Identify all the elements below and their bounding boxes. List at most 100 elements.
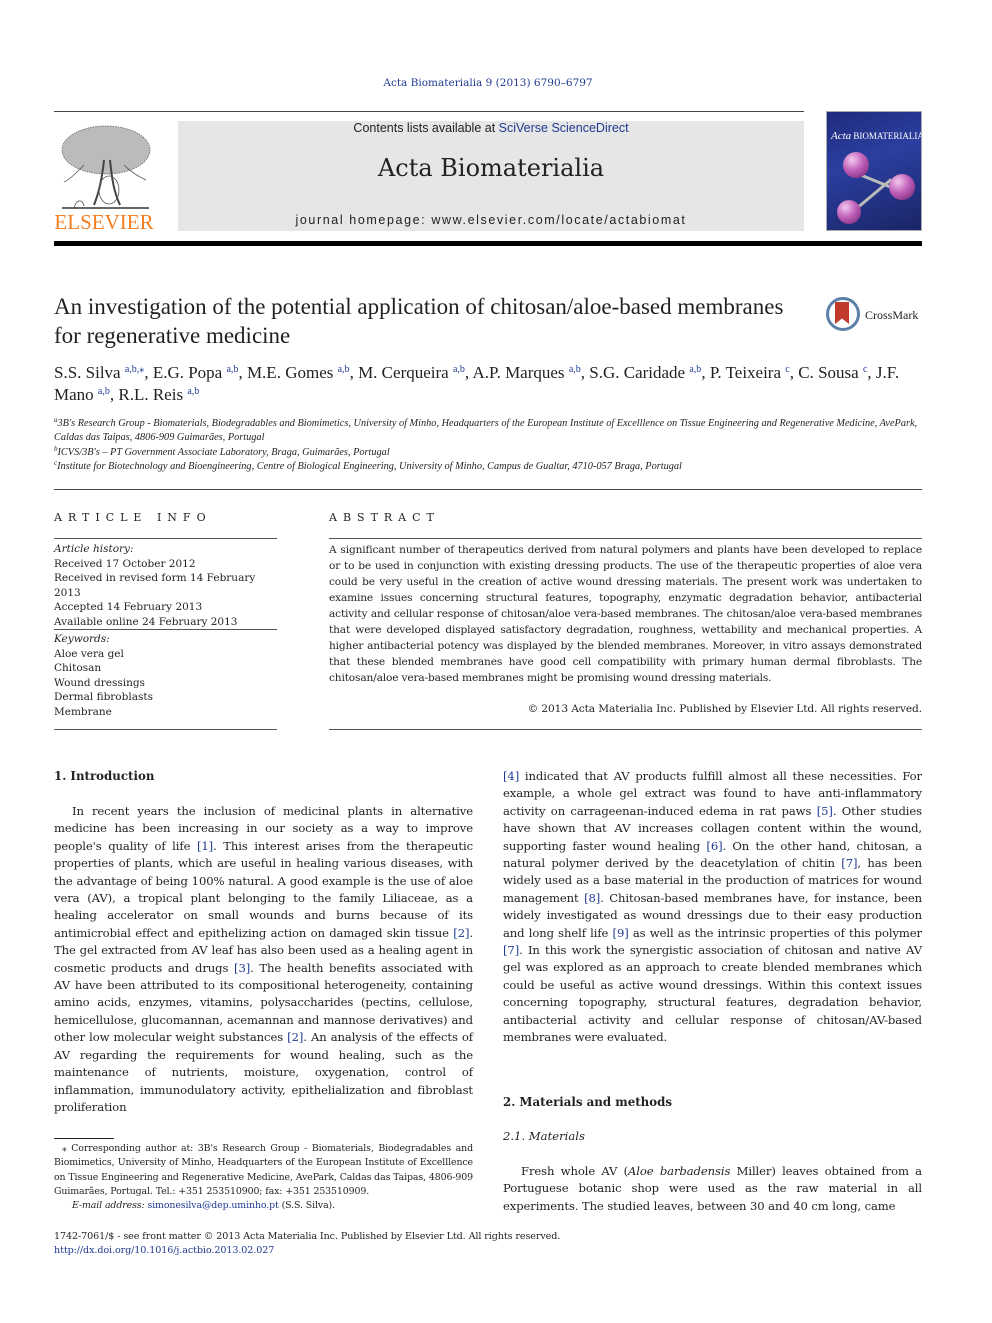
- masthead-thick-rule: [54, 241, 922, 246]
- author[interactable]: S.S. Silva a,b,⁎: [54, 363, 144, 382]
- issn-line: 1742-7061/$ - see front matter © 2013 Ac…: [54, 1231, 561, 1242]
- cover-title: Acta BIOMATERIALIA: [831, 130, 922, 142]
- footnote-marker: ⁎: [62, 1143, 67, 1154]
- cover-sphere: [837, 200, 861, 224]
- contents-line: Contents lists available at SciVerse Sci…: [178, 121, 804, 135]
- keyword-item[interactable]: Membrane: [54, 705, 284, 720]
- author[interactable]: M.E. Gomes a,b: [247, 363, 350, 382]
- reference-link[interactable]: [2]: [453, 926, 469, 940]
- author[interactable]: P. Teixeira c: [710, 363, 790, 382]
- crossmark-button[interactable]: CrossMark: [826, 297, 926, 333]
- cover-sphere: [843, 152, 869, 178]
- sciencedirect-link[interactable]: SciVerse ScienceDirect: [499, 121, 629, 135]
- author-list: S.S. Silva a,b,⁎, E.G. Popa a,b, M.E. Go…: [54, 363, 900, 404]
- reference-link[interactable]: [6]: [706, 839, 722, 853]
- author-affiliation-marker[interactable]: a,b: [187, 386, 199, 397]
- abstract-rule: [329, 538, 922, 539]
- affiliation: cInstitute for Biotechnology and Bioengi…: [54, 460, 934, 474]
- abstract-copyright: © 2013 Acta Materialia Inc. Published by…: [527, 703, 922, 715]
- header-rule: [54, 111, 804, 112]
- intro-paragraph-continued: [4] indicated that AV products fulfill a…: [503, 769, 923, 1045]
- italic-term: Aloe barbadensis: [628, 1164, 731, 1178]
- author-affiliation-marker[interactable]: a,b: [226, 364, 238, 375]
- affiliation-list: a3B's Research Group - Biomaterials, Bio…: [54, 417, 934, 475]
- elsevier-logo-text: ELSEVIER: [54, 210, 154, 234]
- materials-subheading: 2.1. Materials: [503, 1129, 585, 1143]
- journal-citation-link[interactable]: Acta Biomaterialia 9 (2013) 6790–6797: [0, 77, 976, 89]
- author[interactable]: E.G. Popa a,b: [153, 363, 239, 382]
- author-affiliation-marker[interactable]: a,b: [98, 386, 110, 397]
- email-link[interactable]: simonesilva@dep.uminho.pt: [147, 1200, 278, 1211]
- article-title: An investigation of the potential applic…: [54, 294, 784, 348]
- affiliation-text: ICVS/3B's – PT Government Associate Labo…: [57, 446, 390, 458]
- journal-homepage[interactable]: journal homepage: www.elsevier.com/locat…: [178, 213, 804, 227]
- crossmark-label: CrossMark: [865, 308, 919, 322]
- abstract-heading: ABSTRACT: [329, 511, 440, 524]
- author-name: C. Sousa: [798, 363, 859, 382]
- reference-link[interactable]: [3]: [234, 961, 250, 975]
- body-column-left: In recent years the inclusion of medicin…: [54, 803, 473, 1116]
- author-name: S.G. Caridade: [589, 363, 686, 382]
- materials-paragraph: Fresh whole AV (Aloe barbadensis Miller)…: [503, 1164, 922, 1213]
- affiliation: a3B's Research Group - Biomaterials, Bio…: [54, 417, 934, 446]
- reference-link[interactable]: [2]: [287, 1030, 303, 1044]
- history-label: Article history:: [54, 543, 134, 555]
- info-rule: [54, 729, 277, 730]
- reference-link[interactable]: [5]: [817, 804, 833, 818]
- history-item: Received 17 October 2012: [54, 557, 196, 570]
- affiliation: bICVS/3B's – PT Government Associate Lab…: [54, 445, 934, 460]
- intro-paragraph: In recent years the inclusion of medicin…: [54, 804, 473, 1114]
- body-column-right: [4] indicated that AV products fulfill a…: [503, 768, 922, 1047]
- author-name: M.E. Gomes: [246, 363, 334, 382]
- doi-link[interactable]: http://dx.doi.org/10.1016/j.actbio.2013.…: [54, 1245, 274, 1256]
- keyword-item[interactable]: Chitosan: [54, 661, 284, 676]
- email-label: E-mail address:: [72, 1200, 145, 1212]
- author[interactable]: R.L. Reis a,b: [118, 385, 199, 404]
- materials-column: Fresh whole AV (Aloe barbadensis Miller)…: [503, 1163, 922, 1215]
- author-affiliation-marker[interactable]: c: [863, 364, 867, 375]
- author-name: M. Cerqueira: [358, 363, 449, 382]
- keyword-item[interactable]: Aloe vera gel: [54, 647, 284, 662]
- reference-link[interactable]: [7]: [503, 943, 519, 957]
- journal-cover-image: Acta BIOMATERIALIA: [826, 111, 922, 231]
- author-affiliation-marker[interactable]: a,b: [338, 364, 350, 375]
- author-affiliation-marker[interactable]: a,b: [453, 364, 465, 375]
- author-name: P. Teixeira: [709, 363, 782, 382]
- author-name: S.S. Silva: [54, 363, 121, 382]
- keyword-item[interactable]: Dermal fibroblasts: [54, 690, 284, 705]
- author[interactable]: C. Sousa c: [798, 363, 867, 382]
- abstract-text: A significant number of therapeutics der…: [329, 544, 922, 684]
- abstract-rule: [329, 729, 922, 730]
- author-affiliation-marker[interactable]: c: [785, 364, 789, 375]
- keyword-item[interactable]: Wound dressings: [54, 676, 284, 691]
- keywords-label: Keywords:: [54, 633, 110, 645]
- author-affiliation-marker[interactable]: a,b,⁎: [125, 364, 144, 375]
- reference-link[interactable]: [1]: [197, 839, 213, 853]
- info-rule: [54, 629, 277, 630]
- history-item: Accepted 14 February 2013: [54, 601, 203, 613]
- contents-prefix: Contents lists available at: [353, 121, 499, 135]
- journal-masthead: Contents lists available at SciVerse Sci…: [178, 121, 804, 231]
- journal-name: Acta Biomaterialia: [377, 154, 605, 182]
- author[interactable]: A.P. Marques a,b: [472, 363, 580, 382]
- author-name: R.L. Reis: [118, 385, 184, 404]
- keywords: Keywords: Aloe vera gel Chitosan Wound dre…: [54, 632, 284, 719]
- introduction-heading: 1. Introduction: [54, 769, 155, 783]
- footnote-text: Corresponding author at: 3B's Research G…: [54, 1143, 473, 1197]
- author[interactable]: S.G. Caridade a,b: [589, 363, 701, 382]
- affiliation-text: Institute for Biotechnology and Bioengin…: [57, 461, 682, 473]
- author[interactable]: M. Cerqueira a,b: [358, 363, 465, 382]
- reference-link[interactable]: [4]: [503, 769, 519, 783]
- email-suffix: (S.S. Silva).: [278, 1200, 336, 1212]
- author-affiliation-marker[interactable]: a,b: [569, 364, 581, 375]
- affiliation-text: 3B's Research Group - Biomaterials, Biod…: [54, 418, 918, 444]
- reference-link[interactable]: [7]: [841, 856, 857, 870]
- history-item: Received in revised form 14 February 201…: [54, 572, 256, 599]
- reference-link[interactable]: [9]: [613, 926, 629, 940]
- author-affiliation-marker[interactable]: a,b: [689, 364, 701, 375]
- materials-methods-heading: 2. Materials and methods: [503, 1095, 672, 1109]
- footnote-rule: [54, 1138, 114, 1139]
- info-rule: [54, 538, 277, 539]
- reference-link[interactable]: [8]: [584, 891, 600, 905]
- corresponding-author-footnote: ⁎ Corresponding author at: 3B's Research…: [54, 1142, 473, 1213]
